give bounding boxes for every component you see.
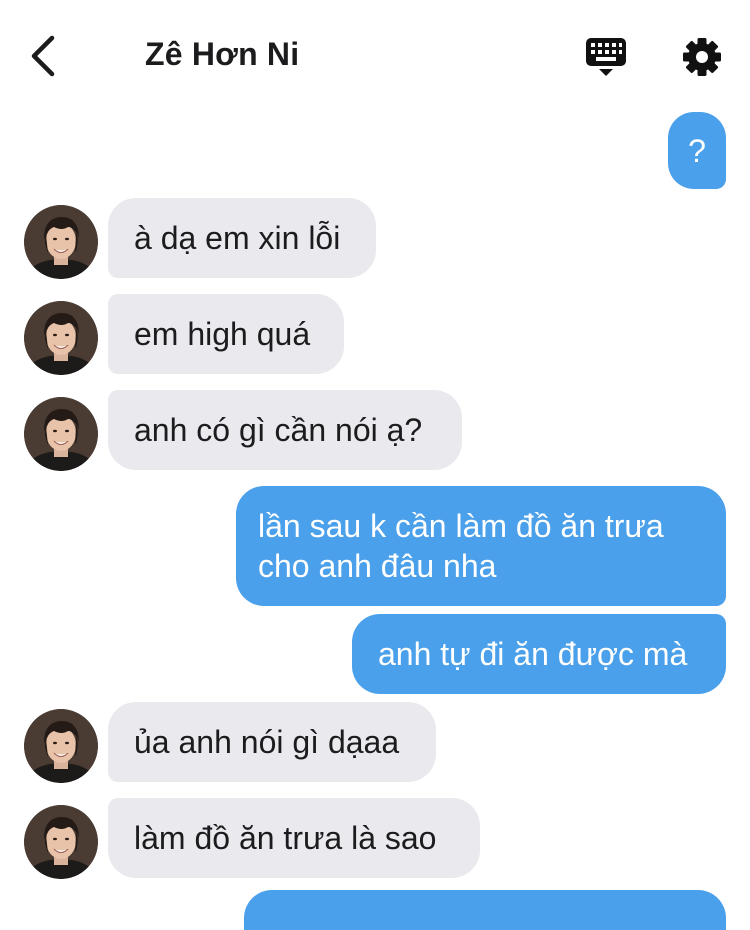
message-text: làm đồ ăn trưa là sao <box>134 820 437 856</box>
message-text: à dạ em xin lỗi <box>134 220 341 256</box>
message-text: lần sau k cần làm đồ ăn trưa cho anh đâu… <box>258 508 664 584</box>
contact-avatar[interactable] <box>24 205 98 279</box>
message-text: ? <box>688 132 706 169</box>
message-bubble-outgoing[interactable]: ? <box>668 112 726 189</box>
message-bubble-incoming[interactable]: ủa anh nói gì dạaa <box>108 702 436 782</box>
message-bubble-incoming[interactable]: em high quá <box>108 294 344 374</box>
message-list: ? à dạ em xin lỗi em high quá anh có gì … <box>0 0 750 930</box>
message-bubble-outgoing-partial[interactable] <box>244 890 726 930</box>
message-bubble-outgoing[interactable]: anh tự đi ăn được mà <box>352 614 726 694</box>
message-bubble-incoming[interactable]: à dạ em xin lỗi <box>108 198 376 278</box>
message-bubble-outgoing[interactable]: lần sau k cần làm đồ ăn trưa cho anh đâu… <box>236 486 726 606</box>
contact-avatar[interactable] <box>24 301 98 375</box>
message-text: anh tự đi ăn được mà <box>378 636 688 672</box>
message-text: em high quá <box>134 316 311 352</box>
message-text: ủa anh nói gì dạaa <box>134 724 400 760</box>
contact-avatar[interactable] <box>24 397 98 471</box>
contact-avatar[interactable] <box>24 805 98 879</box>
message-bubble-incoming[interactable]: làm đồ ăn trưa là sao <box>108 798 480 878</box>
message-bubble-incoming[interactable]: anh có gì cần nói ạ? <box>108 390 462 470</box>
contact-avatar[interactable] <box>24 709 98 783</box>
message-text: anh có gì cần nói ạ? <box>134 412 423 448</box>
